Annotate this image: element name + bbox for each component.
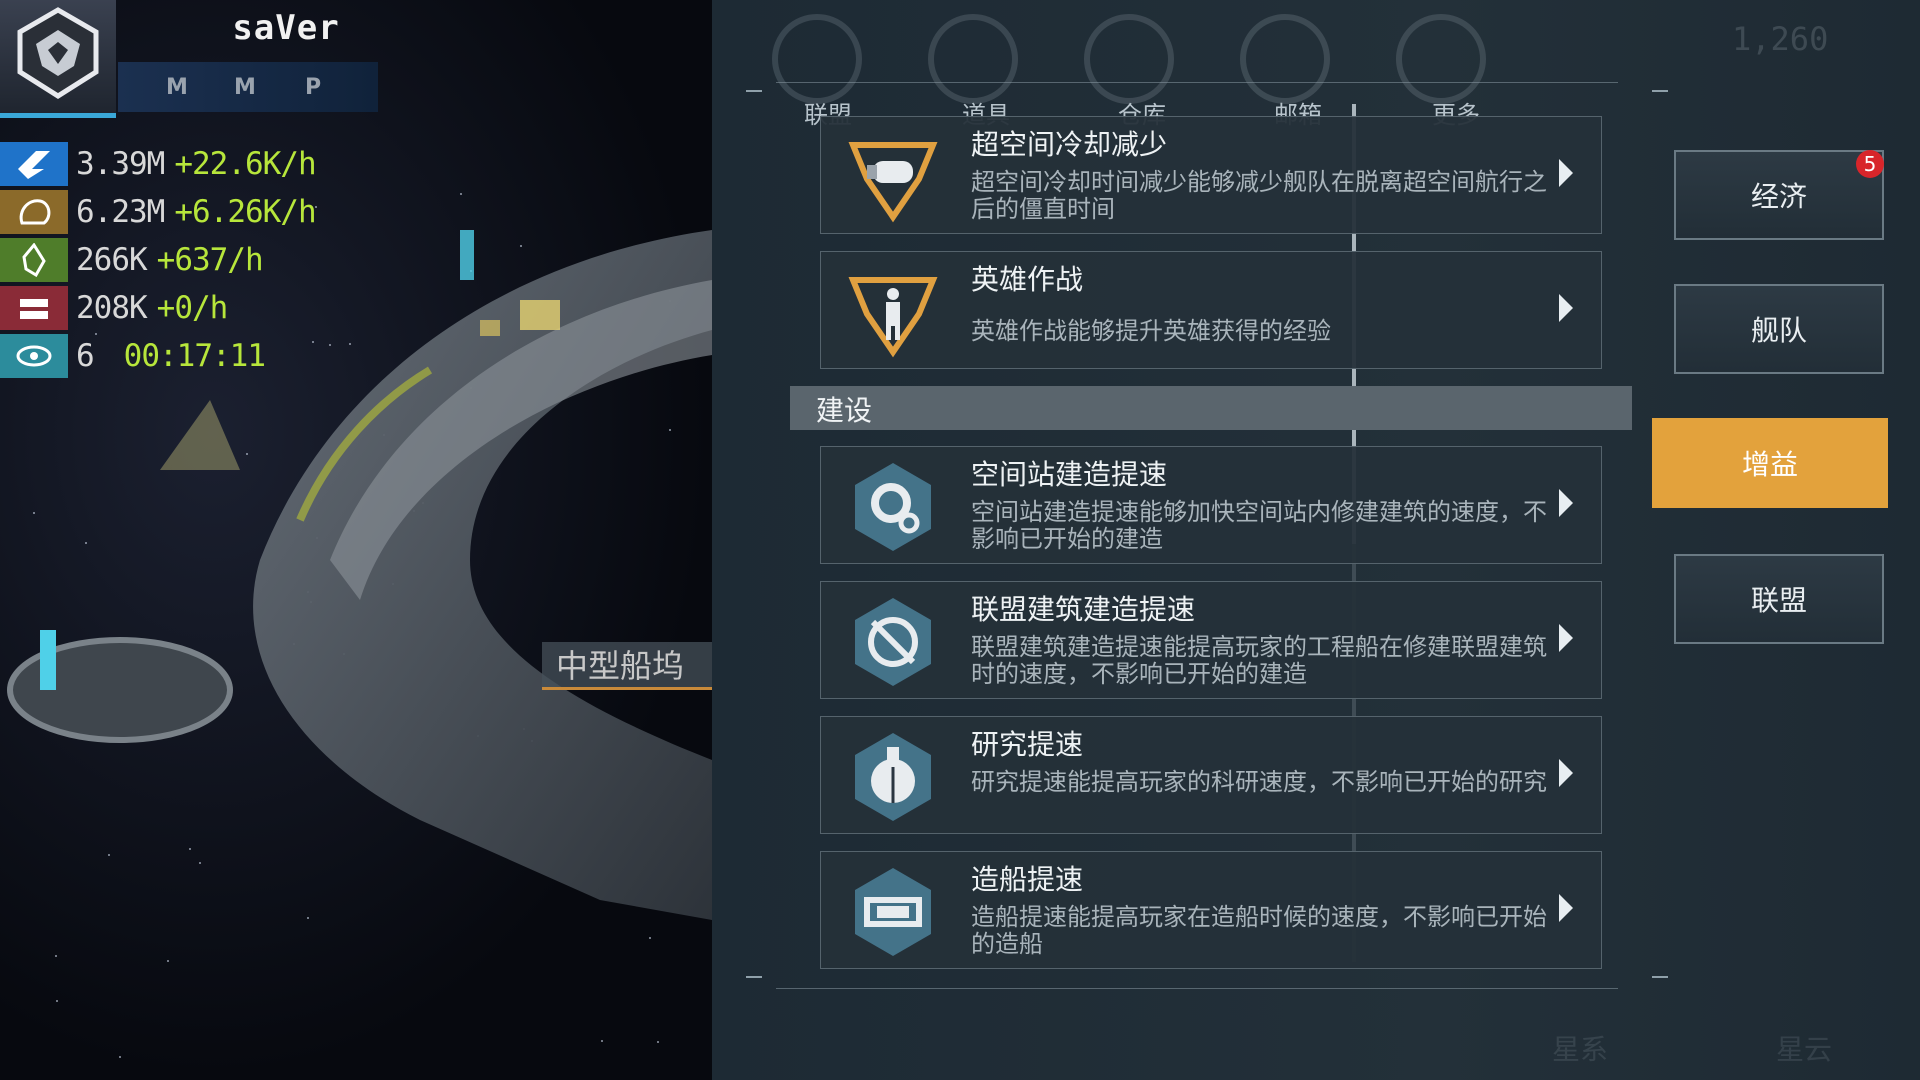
resource-amount: 208K (76, 290, 148, 326)
chevron-right-icon (1559, 624, 1573, 652)
faction-emblem-icon (17, 7, 99, 99)
tab-label: 增益 (1741, 448, 1798, 481)
hyperspace-engine-icon (848, 142, 938, 223)
eye-icon (0, 334, 68, 378)
boost-description: 造船提速能提高玩家在造船时候的速度，不影响已开始的造船 (971, 903, 1547, 958)
boost-description: 超空间冷却时间减少能够减少舰队在脱离超空间航行之后的僵直时间 (971, 168, 1547, 223)
boost-title: 研究提速 (971, 728, 1084, 761)
power-value: 1,260 (1732, 20, 1829, 58)
boost-description: 空间站建造提速能够加快空间站内修建建筑的速度，不影响已开始的建造 (971, 498, 1547, 553)
notification-badge: 5 (1856, 150, 1884, 178)
energy-crystal-icon (0, 142, 68, 186)
chevron-right-icon (1559, 894, 1573, 922)
boost-title: 造船提速 (971, 863, 1084, 896)
bottom-nav-label: 星系 (1552, 1033, 1609, 1066)
resource-row-energy[interactable]: 3.39M +22.6K/h (0, 140, 360, 188)
boost-card-alliance-build[interactable]: 联盟建筑建造提速 联盟建筑建造提速能提高玩家的工程船在修建联盟建筑时的速度，不影… (820, 581, 1602, 699)
boost-card-shipbuilding[interactable]: 造船提速 造船提速能提高玩家在造船时候的速度，不影响已开始的造船 (820, 851, 1602, 969)
resource-rate: +637/h (156, 242, 264, 278)
boost-title: 英雄作战 (971, 263, 1084, 296)
resource-rate: +22.6K/h (174, 146, 316, 182)
tab-label: 经济 (1750, 180, 1807, 213)
tab-boost[interactable]: 增益 (1652, 418, 1888, 508)
tab-alliance[interactable]: 联盟 (1674, 554, 1884, 644)
boost-card-hyperspace[interactable]: 超空间冷却减少 超空间冷却时间减少能够减少舰队在脱离超空间航行之后的僵直时间 (820, 116, 1602, 234)
hero-soldier-icon (848, 277, 938, 358)
shipyard-icon (855, 868, 931, 956)
resource-amount: 3.39M (76, 146, 165, 182)
section-header-construction: 建设 (790, 386, 1632, 430)
tab-economy[interactable]: 经济 5 (1674, 150, 1884, 240)
bottom-nav-label: 星云 (1776, 1033, 1833, 1066)
boost-description: 联盟建筑建造提速能提高玩家的工程船在修建联盟建筑时的速度，不影响已开始的建造 (971, 633, 1547, 688)
resource-rate: +0/h (156, 290, 229, 326)
resource-row-crystal[interactable]: 266K +637/h (0, 236, 360, 284)
player-header: saVer M M P (0, 0, 400, 118)
chevron-right-icon (1559, 294, 1573, 322)
research-flask-icon (855, 733, 931, 821)
boost-card-station-build[interactable]: 空间站建造提速 空间站建造提速能够加快空间站内修建建筑的速度，不影响已开始的建造 (820, 446, 1602, 564)
boost-card-research[interactable]: 研究提速 研究提速能提高玩家的科研速度，不影响已开始的研究 (820, 716, 1602, 834)
section-title: 建设 (816, 394, 873, 427)
resource-amount: 6.23M (76, 194, 165, 230)
dock-building-label[interactable]: 中型船坞 (542, 642, 712, 690)
alliance-building-icon (855, 598, 931, 686)
resource-row-scout[interactable]: 6 00:17:11 (0, 332, 360, 380)
chevron-right-icon (1559, 159, 1573, 187)
credits-icon (0, 286, 68, 330)
player-badges: M M P (118, 62, 378, 112)
boost-title: 超空间冷却减少 (971, 128, 1168, 161)
boost-description: 英雄作战能够提升英雄获得的经验 (971, 317, 1331, 345)
resource-rate: +6.26K/h (174, 194, 316, 230)
boost-description: 研究提速能提高玩家的科研速度，不影响已开始的研究 (971, 768, 1547, 796)
resource-list: 3.39M +22.6K/h 6.23M +6.26K/h 266K +637/… (0, 140, 360, 380)
boost-title: 空间站建造提速 (971, 458, 1168, 491)
boost-title: 联盟建筑建造提速 (971, 593, 1196, 626)
scout-timer: 00:17:11 (123, 338, 266, 374)
rank-badge-icon[interactable]: M (226, 68, 264, 106)
resource-amount: 266K (76, 242, 148, 278)
player-name: saVer (232, 8, 340, 48)
chevron-right-icon (1559, 759, 1573, 787)
resource-row-credits[interactable]: 208K +0/h (0, 284, 360, 332)
chevron-right-icon (1559, 489, 1573, 517)
premium-badge-icon[interactable]: P (294, 68, 332, 106)
resource-row-ore[interactable]: 6.23M +6.26K/h (0, 188, 360, 236)
ore-icon (0, 190, 68, 234)
tab-fleet[interactable]: 舰队 (1674, 284, 1884, 374)
station-gear-icon (855, 463, 931, 551)
tab-label: 舰队 (1750, 314, 1807, 347)
boost-card-hero[interactable]: 英雄作战 英雄作战能够提升英雄获得的经验 (820, 251, 1602, 369)
rank-badge-icon[interactable]: M (158, 68, 196, 106)
scout-count: 6 (76, 338, 95, 374)
player-avatar[interactable] (0, 0, 116, 118)
tab-label: 联盟 (1750, 584, 1807, 617)
crystal-icon (0, 238, 68, 282)
